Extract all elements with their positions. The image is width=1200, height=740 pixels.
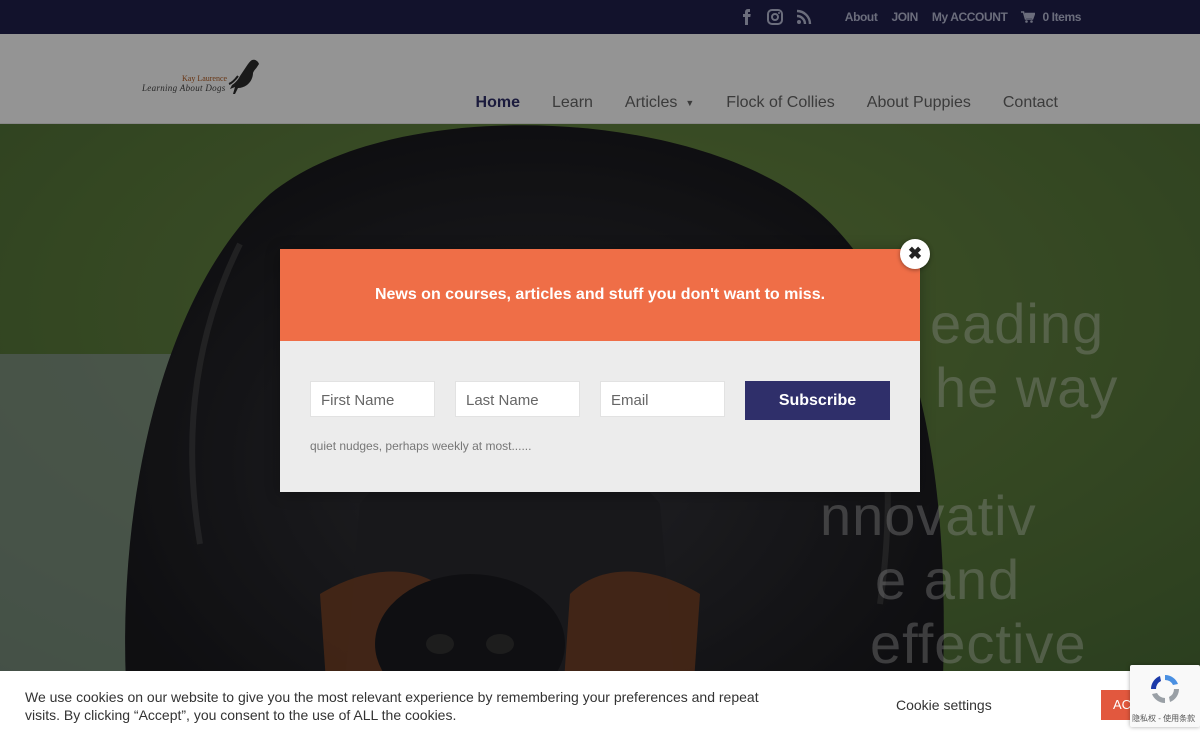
recaptcha-label: 隐私权 - 使用条款 [1132,714,1196,723]
cookie-text: We use cookies on our website to give yo… [25,689,759,723]
close-icon[interactable]: ✖ [900,239,930,269]
email-field[interactable]: Email [600,381,725,417]
popup-form: First Name Last Name Email Subscribe qui… [280,341,920,492]
popup-note: quiet nudges, perhaps weekly at most....… [310,439,532,453]
cookie-banner: We use cookies on our website to give yo… [0,671,1200,740]
recaptcha-icon [1151,675,1179,703]
newsletter-popup: News on courses, articles and stuff you … [280,249,920,492]
subscribe-button[interactable]: Subscribe [745,381,890,420]
cookie-settings-button[interactable]: Cookie settings [896,697,992,713]
last-name-field[interactable]: Last Name [455,381,580,417]
popup-heading: News on courses, articles and stuff you … [280,249,920,341]
first-name-field[interactable]: First Name [310,381,435,417]
recaptcha-badge[interactable]: 隐私权 - 使用条款 [1130,665,1200,727]
